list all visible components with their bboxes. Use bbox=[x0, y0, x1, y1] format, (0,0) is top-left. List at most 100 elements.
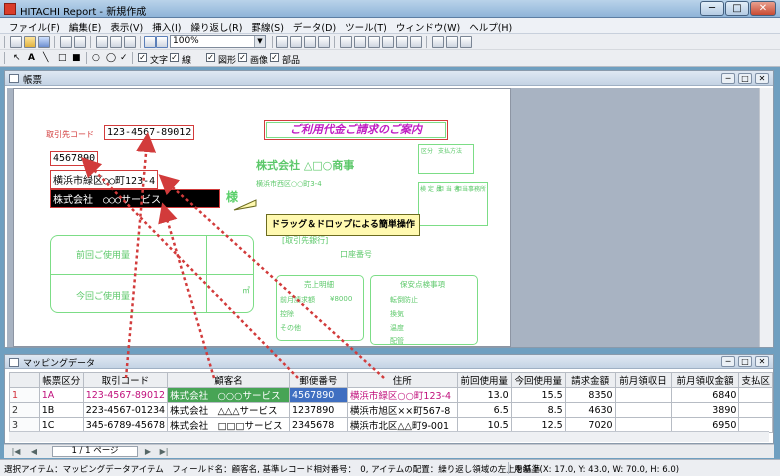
undo-icon[interactable] bbox=[144, 36, 156, 48]
customer-code-field[interactable]: 123-4567-89012 bbox=[104, 125, 195, 140]
menu-view[interactable]: 表示(V) bbox=[107, 18, 149, 34]
column-header[interactable]: 顧客名 bbox=[167, 372, 290, 388]
text-tool-icon[interactable]: A bbox=[28, 53, 35, 63]
column-header[interactable]: 今回使用量 bbox=[510, 372, 566, 388]
customer-name-field[interactable]: 株式会社 ○○○サービス bbox=[50, 189, 220, 208]
table-cell[interactable]: 123-4567-89012 bbox=[82, 387, 169, 403]
table-row[interactable]: 1 1A 123-4567-89012 株式会社 ○○○サービス 4567890… bbox=[9, 387, 773, 403]
table-cell[interactable]: 4630 bbox=[564, 402, 616, 418]
menu-tools[interactable]: ツール(T) bbox=[342, 18, 393, 34]
column-header[interactable]: 支払区 bbox=[738, 372, 773, 388]
address-field[interactable]: 横浜市緑区○○町123-4 bbox=[50, 170, 159, 189]
column-header[interactable]: 前月領収日 bbox=[614, 372, 672, 388]
line-tool-icon[interactable]: ╲ bbox=[43, 53, 48, 63]
align-center-icon[interactable] bbox=[354, 36, 366, 48]
table-cell[interactable]: 横浜市旭区××町567-8 bbox=[346, 402, 458, 418]
filled-rectangle-tool-icon[interactable]: ■ bbox=[72, 53, 81, 63]
menu-data[interactable]: データ(D) bbox=[290, 18, 342, 34]
align-bottom-icon[interactable] bbox=[410, 36, 422, 48]
table-cell[interactable] bbox=[614, 387, 672, 403]
column-header[interactable]: 帳票区分 bbox=[38, 372, 84, 388]
new-document-icon[interactable] bbox=[10, 36, 22, 48]
shape-visibility-checkbox[interactable]: ✓ bbox=[206, 53, 215, 62]
first-page-button[interactable]: |◀ bbox=[10, 447, 22, 457]
mapping-maximize-button[interactable]: □ bbox=[738, 356, 752, 367]
column-header[interactable]: 住所 bbox=[346, 372, 458, 388]
previous-page-button[interactable]: ◀ bbox=[28, 447, 40, 457]
rectangle-tool-icon[interactable]: □ bbox=[58, 53, 67, 63]
pointer-tool-icon[interactable]: ↖ bbox=[13, 53, 21, 63]
table-cell[interactable]: 8350 bbox=[564, 387, 616, 403]
ellipse-tool-icon[interactable]: ○ bbox=[92, 53, 100, 63]
mapping-minimize-button[interactable]: ─ bbox=[721, 356, 735, 367]
paste-icon[interactable] bbox=[124, 36, 136, 48]
table-cell[interactable]: 223-4567-01234 bbox=[82, 402, 169, 418]
parts-visibility-checkbox[interactable]: ✓ bbox=[270, 53, 279, 62]
open-folder-icon[interactable] bbox=[24, 36, 36, 48]
chevron-down-icon[interactable]: ▼ bbox=[254, 36, 265, 47]
text-visibility-checkbox[interactable]: ✓ bbox=[138, 53, 147, 62]
table-cell[interactable]: 6.5 bbox=[456, 402, 512, 418]
menu-edit[interactable]: 編集(E) bbox=[66, 18, 107, 34]
align-right-icon[interactable] bbox=[368, 36, 380, 48]
menu-ruled-lines[interactable]: 罫線(S) bbox=[248, 18, 289, 34]
table-cell[interactable]: 4567890 bbox=[289, 387, 348, 403]
table-cell[interactable]: 1B bbox=[38, 402, 84, 418]
menu-file[interactable]: ファイル(F) bbox=[6, 18, 66, 34]
table-cell[interactable] bbox=[614, 402, 672, 418]
report-vertical-scrollbar[interactable] bbox=[759, 88, 773, 347]
table-cell[interactable] bbox=[738, 402, 773, 418]
mapping-data-table[interactable]: 帳票区分 取引コード 顧客名 郵便番号 住所 前回使用量 今回使用量 請求金額 … bbox=[9, 372, 773, 433]
zoom-select[interactable]: 100% ▼ bbox=[170, 35, 266, 48]
copy-icon[interactable] bbox=[110, 36, 122, 48]
table-cell[interactable]: 1237890 bbox=[289, 402, 348, 418]
column-header[interactable]: 取引コード bbox=[82, 372, 169, 388]
settings-icon[interactable] bbox=[304, 36, 316, 48]
same-width-icon[interactable] bbox=[446, 36, 458, 48]
table-cell[interactable]: 6840 bbox=[670, 387, 740, 403]
report-page[interactable]: 取引先コード 123-4567-89012 4567890 横浜市緑区○○町12… bbox=[13, 88, 511, 347]
report-close-button[interactable]: ✕ bbox=[755, 73, 769, 84]
column-header[interactable]: 請求金額 bbox=[564, 372, 616, 388]
design-canvas[interactable]: 取引先コード 123-4567-89012 4567890 横浜市緑区○○町12… bbox=[7, 88, 759, 347]
align-left-icon[interactable] bbox=[340, 36, 352, 48]
table-cell[interactable]: 横浜市緑区○○町123-4 bbox=[346, 387, 458, 403]
redo-icon[interactable] bbox=[156, 36, 168, 48]
same-height-icon[interactable] bbox=[460, 36, 472, 48]
next-page-button[interactable]: ▶ bbox=[142, 447, 154, 457]
table-cell[interactable]: 3890 bbox=[670, 402, 740, 418]
report-minimize-button[interactable]: ─ bbox=[721, 73, 735, 84]
table-cell[interactable]: 13.0 bbox=[456, 387, 512, 403]
table-cell[interactable] bbox=[738, 387, 773, 403]
report-maximize-button[interactable]: □ bbox=[738, 73, 752, 84]
line-visibility-checkbox[interactable]: ✓ bbox=[170, 53, 179, 62]
maximize-button[interactable]: □ bbox=[725, 1, 749, 16]
table-cell[interactable]: 株式会社 △△△サービス bbox=[167, 402, 290, 418]
data-icon[interactable] bbox=[318, 36, 330, 48]
table-row[interactable]: 2 1B 223-4567-01234 株式会社 △△△サービス 1237890… bbox=[9, 402, 773, 418]
menu-help[interactable]: ヘルプ(H) bbox=[466, 18, 518, 34]
close-button[interactable]: ✕ bbox=[750, 1, 776, 16]
table-horizontal-scrollbar[interactable] bbox=[9, 431, 769, 442]
save-icon[interactable] bbox=[38, 36, 50, 48]
image-visibility-checkbox[interactable]: ✓ bbox=[238, 53, 247, 62]
table-cell[interactable]: 2 bbox=[9, 402, 40, 418]
properties-icon[interactable] bbox=[276, 36, 288, 48]
table-cell[interactable]: 1A bbox=[38, 387, 84, 403]
menu-window[interactable]: ウィンドウ(W) bbox=[393, 18, 466, 34]
layout-icon[interactable] bbox=[432, 36, 444, 48]
table-cell[interactable]: 株式会社 ○○○サービス bbox=[167, 387, 290, 403]
menu-repeat[interactable]: 繰り返し(R) bbox=[187, 18, 248, 34]
cut-icon[interactable] bbox=[96, 36, 108, 48]
align-middle-icon[interactable] bbox=[396, 36, 408, 48]
print-icon[interactable] bbox=[60, 36, 72, 48]
table-cell[interactable]: 15.5 bbox=[510, 387, 566, 403]
column-header[interactable]: 前回使用量 bbox=[456, 372, 512, 388]
last-page-button[interactable]: ▶| bbox=[158, 447, 170, 457]
checkmark-tool-icon[interactable]: ✓ bbox=[120, 53, 128, 63]
column-header[interactable]: 前月領収金額 bbox=[670, 372, 740, 388]
postal-code-field[interactable]: 4567890 bbox=[50, 151, 99, 166]
heading-frame[interactable]: ご利用代金ご請求のご案内 bbox=[264, 120, 448, 140]
field-list-icon[interactable] bbox=[290, 36, 302, 48]
print-preview-icon[interactable] bbox=[74, 36, 86, 48]
